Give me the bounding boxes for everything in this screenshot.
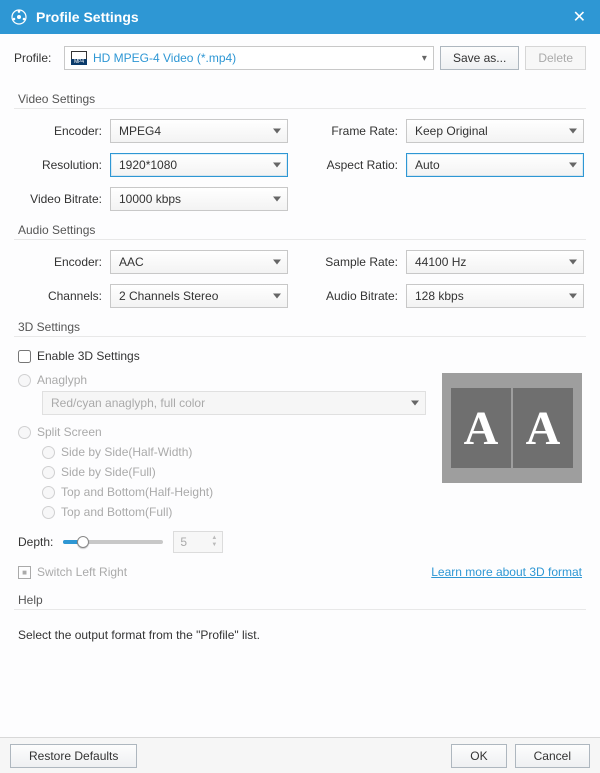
ok-button[interactable]: OK <box>451 744 506 768</box>
mp4-file-icon <box>71 51 87 65</box>
channels-select[interactable]: 2 Channels Stereo <box>110 284 288 308</box>
enable-3d-checkbox[interactable] <box>18 350 31 363</box>
save-as-button[interactable]: Save as... <box>440 46 519 70</box>
anaglyph-select: Red/cyan anaglyph, full color <box>42 391 426 415</box>
depth-label: Depth: <box>18 535 53 549</box>
enable-3d-label: Enable 3D Settings <box>37 349 140 363</box>
help-section: Help Select the output format from the "… <box>14 589 586 642</box>
help-title: Help <box>14 589 586 610</box>
audio-settings-section: Audio Settings Encoder: AAC Sample Rate:… <box>14 219 586 308</box>
help-text: Select the output format from the "Profi… <box>14 620 586 642</box>
anaglyph-label: Anaglyph <box>37 373 87 387</box>
footer-bar: Restore Defaults OK Cancel <box>0 737 600 773</box>
3d-settings-title: 3D Settings <box>14 316 586 337</box>
audio-encoder-select[interactable]: AAC <box>110 250 288 274</box>
profile-select[interactable]: HD MPEG-4 Video (*.mp4) ▾ <box>64 46 434 70</box>
video-encoder-label: Encoder: <box>16 124 110 138</box>
chevron-down-icon <box>569 294 577 299</box>
video-settings-title: Video Settings <box>14 88 586 109</box>
tb-full-radio <box>42 506 55 519</box>
title-bar: Profile Settings ✕ <box>0 0 600 34</box>
learn-more-3d-link[interactable]: Learn more about 3D format <box>431 565 582 579</box>
aspect-ratio-label: Aspect Ratio: <box>312 158 406 172</box>
audio-settings-title: Audio Settings <box>14 219 586 240</box>
split-screen-radio <box>18 426 31 439</box>
channels-label: Channels: <box>16 289 110 303</box>
chevron-down-icon <box>569 129 577 134</box>
chevron-down-icon <box>569 163 577 168</box>
chevron-down-icon <box>411 401 419 406</box>
video-settings-section: Video Settings Encoder: MPEG4 Frame Rate… <box>14 88 586 211</box>
chevron-down-icon <box>273 197 281 202</box>
sbs-half-radio <box>42 446 55 459</box>
sbs-full-radio <box>42 466 55 479</box>
resolution-label: Resolution: <box>16 158 110 172</box>
profile-label: Profile: <box>14 51 58 65</box>
cancel-button[interactable]: Cancel <box>515 744 590 768</box>
frame-rate-select[interactable]: Keep Original <box>406 119 584 143</box>
chevron-down-icon <box>273 260 281 265</box>
tb-half-radio <box>42 486 55 499</box>
depth-slider[interactable] <box>63 540 163 544</box>
profile-row: Profile: HD MPEG-4 Video (*.mp4) ▾ Save … <box>14 44 586 80</box>
video-bitrate-label: Video Bitrate: <box>16 192 110 206</box>
restore-defaults-button[interactable]: Restore Defaults <box>10 744 137 768</box>
slider-thumb[interactable] <box>77 536 89 548</box>
delete-button: Delete <box>525 46 586 70</box>
content-area: Profile: HD MPEG-4 Video (*.mp4) ▾ Save … <box>0 34 600 737</box>
switch-left-right-label: Switch Left Right <box>37 565 127 579</box>
3d-preview-image: A A <box>442 373 582 483</box>
resolution-select[interactable]: 1920*1080 <box>110 153 288 177</box>
audio-encoder-label: Encoder: <box>16 255 110 269</box>
sample-rate-select[interactable]: 44100 Hz <box>406 250 584 274</box>
chevron-down-icon <box>273 163 281 168</box>
app-logo-icon <box>10 8 28 26</box>
video-bitrate-select[interactable]: 10000 kbps <box>110 187 288 211</box>
depth-spinbox: 5▲▼ <box>173 531 223 553</box>
audio-bitrate-select[interactable]: 128 kbps <box>406 284 584 308</box>
profile-value: HD MPEG-4 Video (*.mp4) <box>93 51 236 65</box>
split-screen-label: Split Screen <box>37 425 102 439</box>
video-encoder-select[interactable]: MPEG4 <box>110 119 288 143</box>
window-title: Profile Settings <box>36 9 139 25</box>
anaglyph-radio <box>18 374 31 387</box>
3d-settings-section: 3D Settings Enable 3D Settings Anaglyph … <box>14 316 586 581</box>
aspect-ratio-select[interactable]: Auto <box>406 153 584 177</box>
spin-arrows-icon: ▲▼ <box>208 533 220 551</box>
audio-bitrate-label: Audio Bitrate: <box>312 289 406 303</box>
switch-left-right-icon: ■ <box>18 566 31 579</box>
close-icon[interactable]: ✕ <box>569 7 590 27</box>
sample-rate-label: Sample Rate: <box>312 255 406 269</box>
chevron-down-icon <box>569 260 577 265</box>
chevron-down-icon <box>273 129 281 134</box>
frame-rate-label: Frame Rate: <box>312 124 406 138</box>
chevron-down-icon <box>273 294 281 299</box>
chevron-down-icon: ▾ <box>422 53 427 64</box>
